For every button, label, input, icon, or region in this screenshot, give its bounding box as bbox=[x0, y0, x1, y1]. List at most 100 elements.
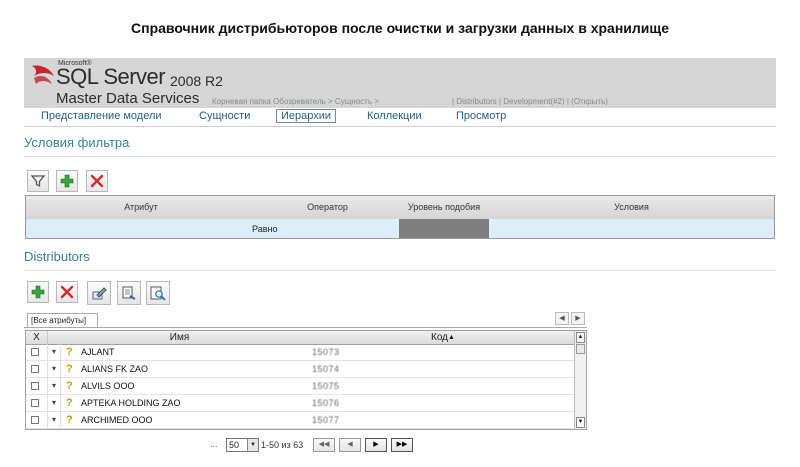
edit-members-button[interactable] bbox=[87, 281, 111, 305]
filter-criterion-row[interactable]: Равно bbox=[26, 219, 774, 238]
member-name[interactable]: ALIANS FK ZAO bbox=[81, 361, 148, 377]
x-icon bbox=[90, 174, 104, 188]
tab-scroll-left-icon[interactable]: ◀ bbox=[555, 312, 569, 325]
row-checkbox[interactable] bbox=[31, 382, 39, 390]
criterion-similarity bbox=[399, 219, 489, 238]
nav-explorer[interactable]: Просмотр bbox=[456, 110, 506, 122]
product-version: 2008 R2 bbox=[170, 73, 223, 89]
grid-header-row: X Имя Код ▲ bbox=[26, 331, 574, 345]
delete-criterion-button[interactable] bbox=[86, 170, 108, 192]
main-nav: Представление модели Сущности Иерархии К… bbox=[24, 108, 776, 126]
validation-status-icon: ? bbox=[66, 363, 73, 375]
member-name[interactable]: APTEKA HOLDING ZAO bbox=[81, 395, 181, 411]
table-row[interactable]: ▾ ? ALIANS FK ZAO 15074 bbox=[26, 361, 574, 378]
breadcrumb[interactable]: Корневая папка Обозреватель > Сущность > bbox=[212, 97, 379, 106]
page-size-value: 50 bbox=[229, 440, 240, 450]
table-row[interactable]: ▾ ? ARCHIMED OOO 15077 bbox=[26, 412, 574, 429]
criterion-operator[interactable]: Равно bbox=[248, 219, 399, 238]
filter-divider bbox=[24, 156, 776, 157]
product-name: SQL Server bbox=[56, 64, 166, 89]
validation-status-icon: ? bbox=[66, 397, 73, 409]
tab-scroll-right-icon[interactable]: ▶ bbox=[571, 312, 585, 325]
page-range: 1-50 из 63 bbox=[261, 440, 304, 450]
members-grid: X Имя Код ▲ ▾ ? AJLANT 15073 ▾ ? ALIANS F… bbox=[25, 330, 587, 430]
col-select[interactable]: X bbox=[26, 331, 48, 344]
row-checkbox[interactable] bbox=[31, 416, 39, 424]
col-name[interactable]: Имя bbox=[47, 331, 312, 344]
grid-vertical-scrollbar[interactable]: ▲ ▼ bbox=[574, 331, 586, 429]
col-code[interactable]: Код ▲ bbox=[312, 331, 574, 344]
table-row[interactable]: ▾ ? AJLANT 15073 bbox=[26, 344, 574, 361]
pager-ellipsis: ... bbox=[210, 439, 218, 449]
row-checkbox[interactable] bbox=[31, 348, 39, 356]
col-code-label: Код bbox=[431, 332, 449, 343]
filter-criteria-table: Атрибут Оператор Уровень подобия Условия… bbox=[25, 195, 775, 239]
service-name: Master Data Services bbox=[56, 90, 200, 107]
row-checkbox[interactable] bbox=[31, 365, 39, 373]
tab-scroll: ◀ ▶ bbox=[555, 312, 587, 325]
chevron-down-icon: ▼ bbox=[247, 439, 258, 451]
row-checkbox[interactable] bbox=[31, 399, 39, 407]
view-details-button[interactable] bbox=[146, 281, 170, 305]
zoom-icon bbox=[150, 286, 166, 301]
criterion-attribute[interactable] bbox=[26, 219, 248, 238]
plus-icon bbox=[31, 285, 45, 299]
row-menu-icon[interactable]: ▾ bbox=[47, 361, 61, 377]
add-criterion-button[interactable] bbox=[56, 170, 78, 192]
nav-collections[interactable]: Коллекции bbox=[367, 110, 422, 122]
sort-asc-icon: ▲ bbox=[448, 334, 455, 341]
filter-title: Условия фильтра bbox=[24, 135, 130, 150]
delete-member-button[interactable] bbox=[56, 281, 78, 303]
member-name[interactable]: ALVILS OOO bbox=[81, 378, 134, 394]
nav-entities[interactable]: Сущности bbox=[199, 110, 250, 122]
member-name[interactable]: ARCHIMED OOO bbox=[81, 412, 153, 428]
col-attribute: Атрибут bbox=[124, 202, 158, 212]
row-menu-icon[interactable]: ▾ bbox=[47, 412, 61, 428]
nav-hierarchies[interactable]: Иерархии bbox=[276, 109, 337, 123]
funnel-icon bbox=[30, 175, 46, 188]
criterion-conditions[interactable] bbox=[489, 219, 774, 238]
member-code[interactable]: 15075 bbox=[312, 378, 340, 394]
plus-icon bbox=[60, 174, 74, 188]
tab-divider bbox=[24, 327, 587, 328]
row-menu-icon[interactable]: ▾ bbox=[47, 378, 61, 394]
member-name[interactable]: AJLANT bbox=[81, 344, 115, 360]
scroll-up-icon[interactable]: ▲ bbox=[576, 332, 585, 343]
row-menu-icon[interactable]: ▾ bbox=[47, 395, 61, 411]
member-code[interactable]: 15073 bbox=[312, 344, 340, 360]
edit-icon bbox=[92, 287, 107, 300]
apply-filter-button[interactable] bbox=[27, 170, 49, 192]
validation-status-icon: ? bbox=[66, 346, 73, 358]
model-info[interactable]: | Distributors | Development(#2) | (Откр… bbox=[452, 97, 608, 106]
col-similarity: Уровень подобия bbox=[407, 202, 481, 212]
row-menu-icon[interactable]: ▾ bbox=[47, 344, 61, 360]
col-conditions: Условия bbox=[614, 202, 649, 212]
filter-header-row: Атрибут Оператор Уровень подобия Условия bbox=[26, 196, 774, 220]
export-icon bbox=[122, 286, 136, 300]
scroll-thumb[interactable] bbox=[576, 344, 585, 354]
scroll-down-icon[interactable]: ▼ bbox=[576, 417, 585, 428]
page-size-select[interactable]: 50 ▼ bbox=[226, 438, 259, 452]
prev-page-button[interactable]: ◀ bbox=[339, 438, 361, 452]
add-member-button[interactable] bbox=[27, 281, 49, 303]
table-row[interactable]: ▾ ? APTEKA HOLDING ZAO 15076 bbox=[26, 395, 574, 412]
export-button[interactable] bbox=[117, 281, 141, 305]
entity-title: Distributors bbox=[24, 249, 90, 264]
last-page-button[interactable]: ▶▶ bbox=[391, 438, 413, 452]
validation-status-icon: ? bbox=[66, 414, 73, 426]
sql-server-logo-icon bbox=[32, 65, 54, 84]
page-caption: Справочник дистрибьюторов после очистки … bbox=[131, 20, 669, 36]
first-page-button[interactable]: ◀◀ bbox=[313, 438, 335, 452]
nav-model-view[interactable]: Представление модели bbox=[41, 110, 162, 122]
nav-divider bbox=[24, 126, 776, 127]
validation-status-icon: ? bbox=[66, 380, 73, 392]
member-code[interactable]: 15074 bbox=[312, 361, 340, 377]
entity-divider bbox=[24, 270, 776, 271]
tab-all-attributes[interactable]: [Все атрибуты] bbox=[27, 313, 98, 327]
member-code[interactable]: 15076 bbox=[312, 395, 340, 411]
next-page-button[interactable]: ▶ bbox=[365, 438, 387, 452]
table-row[interactable]: ▾ ? ALVILS OOO 15075 bbox=[26, 378, 574, 395]
member-code[interactable]: 15077 bbox=[312, 412, 340, 428]
col-operator: Оператор bbox=[307, 202, 348, 212]
x-icon bbox=[60, 285, 74, 299]
